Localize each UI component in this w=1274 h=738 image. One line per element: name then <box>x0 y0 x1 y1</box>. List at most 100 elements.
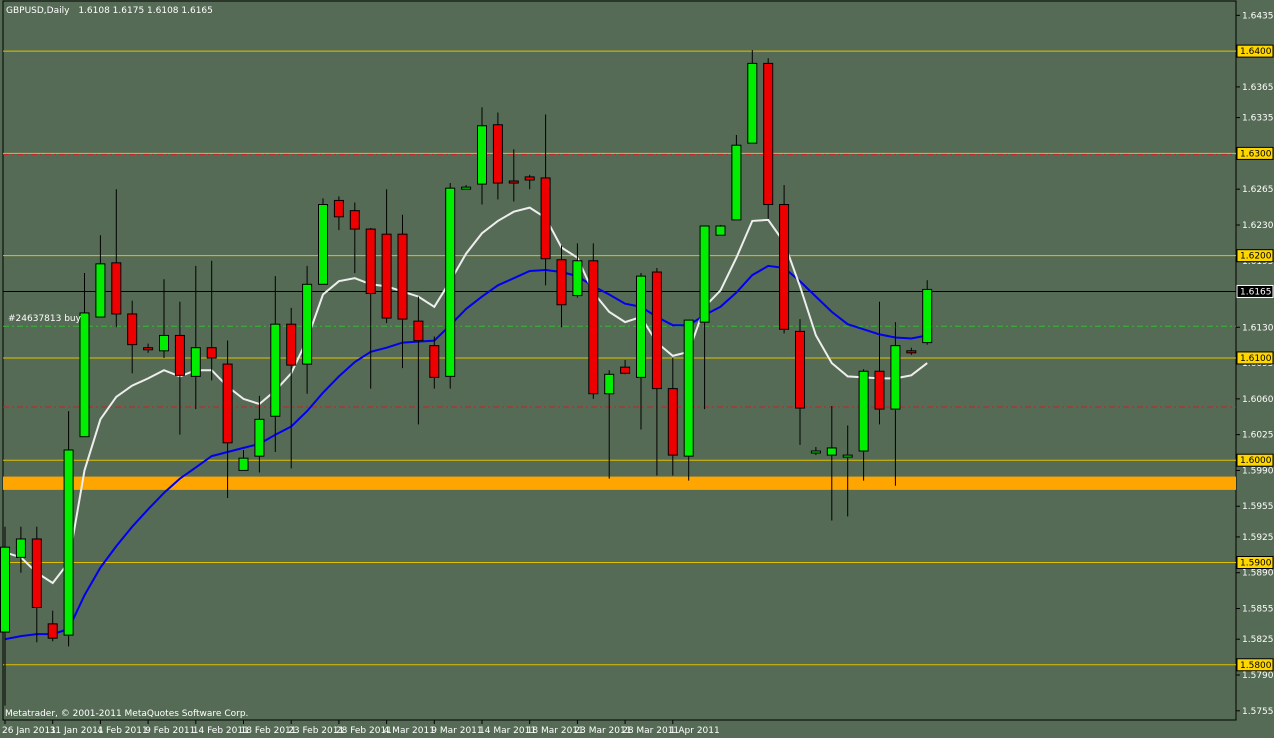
candle-body-bull[interactable] <box>890 345 901 410</box>
candle-body-bull[interactable] <box>159 334 169 352</box>
candle-body-bull[interactable] <box>461 186 472 190</box>
y-tick-label: 1.6365 <box>1242 83 1274 93</box>
candle[interactable] <box>318 198 328 285</box>
level-tag-label: 1.6000 <box>1240 456 1272 466</box>
chart-header: GBPUSD,Daily 1.6108 1.6175 1.6108 1.6165 <box>6 6 213 16</box>
candle[interactable] <box>747 50 758 144</box>
candle-body-bull[interactable] <box>731 144 742 221</box>
y-tick-label: 1.5890 <box>1242 569 1274 579</box>
candle-body-bear[interactable] <box>588 260 599 395</box>
candle-body-bear[interactable] <box>111 262 122 315</box>
chart-canvas[interactable]: 1.6435 1.6400 1.6365 1.6335 1.6300 1.6265 1.62… <box>0 0 1274 738</box>
candle-body-bear[interactable] <box>47 623 58 639</box>
candle-body-bull[interactable] <box>683 319 694 457</box>
candle[interactable] <box>731 134 742 221</box>
chart-symbol: GBPUSD,Daily <box>6 6 70 16</box>
copyright-text: Metatrader, © 2001-2011 MetaQuotes Softw… <box>5 709 248 719</box>
candle-body-bear[interactable] <box>524 176 535 181</box>
candle-body-bull[interactable] <box>810 450 821 454</box>
candle-body-bull[interactable] <box>699 225 710 323</box>
candle-body-bull[interactable] <box>190 347 201 377</box>
candle-body-bear[interactable] <box>127 313 138 346</box>
x-tick-label: 4 Mar 2011 <box>384 726 435 736</box>
candle-body-bear[interactable] <box>349 210 360 230</box>
candle-body-bear[interactable] <box>667 388 678 456</box>
y-tick-label: 1.6335 <box>1242 114 1274 124</box>
candle[interactable] <box>445 183 456 389</box>
candle-body-bear[interactable] <box>779 204 790 330</box>
y-tick-label: 1.6025 <box>1242 431 1274 441</box>
candle-body-bull[interactable] <box>79 312 90 438</box>
y-tick-label: 1.5755 <box>1242 707 1274 717</box>
candle-body-bear[interactable] <box>381 233 392 319</box>
x-tick-label: 26 Jan 2011 <box>2 726 56 736</box>
candle-body-bear[interactable] <box>174 334 185 376</box>
candle-body-bear[interactable] <box>556 259 567 306</box>
candle-body-bull[interactable] <box>270 323 281 417</box>
candle-body-bull[interactable] <box>95 263 106 318</box>
level-tag-label: 1.6300 <box>1240 149 1272 159</box>
candle-body-bear[interactable] <box>492 124 503 184</box>
x-tick-label: 9 Mar 2011 <box>431 726 482 736</box>
candle-body-bull[interactable] <box>477 125 487 185</box>
level-tag-label: 1.6200 <box>1240 252 1272 262</box>
candle[interactable] <box>588 243 599 399</box>
candle-body-bull[interactable] <box>842 454 853 458</box>
candle-body-bear[interactable] <box>31 538 42 608</box>
candle-body-bear[interactable] <box>206 347 217 359</box>
level-tag-label: 1.6400 <box>1240 47 1272 57</box>
candle-body-bear[interactable] <box>620 366 631 374</box>
current-price-label: 1.6165 <box>1240 287 1272 297</box>
y-tick-label: 1.5825 <box>1242 635 1274 645</box>
candle-body-bull[interactable] <box>636 275 646 378</box>
y-tick-label: 1.5955 <box>1242 502 1274 512</box>
candle[interactable] <box>779 185 790 334</box>
candle-body-bull[interactable] <box>747 62 758 144</box>
chart-ohlc: 1.6108 1.6175 1.6108 1.6165 <box>78 6 213 16</box>
level-tag-label: 1.5900 <box>1240 558 1272 568</box>
orange-zone <box>3 476 1236 490</box>
candle-body-bear[interactable] <box>874 370 885 410</box>
candle-body-bull[interactable] <box>318 204 328 285</box>
candle-body-bear[interactable] <box>906 350 917 354</box>
candle-body-bear[interactable] <box>143 347 154 351</box>
candle-body-bull[interactable] <box>0 546 10 633</box>
candle-body-bull[interactable] <box>63 449 74 636</box>
candle-body-bull[interactable] <box>826 447 837 456</box>
candle-body-bear[interactable] <box>222 363 233 444</box>
y-tick-label: 1.5855 <box>1242 605 1274 615</box>
candle-body-bull[interactable] <box>604 373 615 395</box>
candle-body-bull[interactable] <box>445 187 456 377</box>
candle-body-bear[interactable] <box>763 62 774 206</box>
candle-body-bear[interactable] <box>795 330 805 409</box>
x-tick-label: 4 Feb 2011 <box>97 726 147 736</box>
y-tick-label: 1.6435 <box>1242 11 1274 21</box>
x-tick-label: 31 Jan 2011 <box>50 726 104 736</box>
candle-body-bull[interactable] <box>254 418 265 457</box>
y-tick-label: 1.6060 <box>1242 395 1274 405</box>
level-tag-label: 1.5800 <box>1240 661 1272 671</box>
x-tick-label: 1 Apr 2011 <box>670 726 720 736</box>
y-tick-label: 1.6130 <box>1242 323 1274 333</box>
candle-body-bull[interactable] <box>922 288 933 344</box>
candle-body-bear[interactable] <box>508 180 519 184</box>
candle-body-bear[interactable] <box>413 320 424 342</box>
candle[interactable] <box>715 224 726 236</box>
candle-body-bear[interactable] <box>540 177 551 260</box>
candle[interactable] <box>922 280 933 345</box>
candle-body-bear[interactable] <box>429 345 440 378</box>
candle-body-bull[interactable] <box>15 538 26 558</box>
candle-body-bull[interactable] <box>238 457 249 471</box>
candle-body-bull[interactable] <box>302 283 313 365</box>
candle-body-bear[interactable] <box>651 271 662 390</box>
candle-body-bear[interactable] <box>397 233 408 320</box>
candle-body-bull[interactable] <box>715 225 726 236</box>
order-label: #24637813 buy <box>8 314 82 324</box>
candle-body-bear[interactable] <box>365 228 376 295</box>
candle[interactable] <box>683 319 694 481</box>
candle-body-bear[interactable] <box>333 199 344 218</box>
candle[interactable] <box>763 58 774 219</box>
candle-body-bull[interactable] <box>572 260 583 297</box>
candle-body-bear[interactable] <box>286 323 297 366</box>
candle-body-bull[interactable] <box>858 370 869 452</box>
